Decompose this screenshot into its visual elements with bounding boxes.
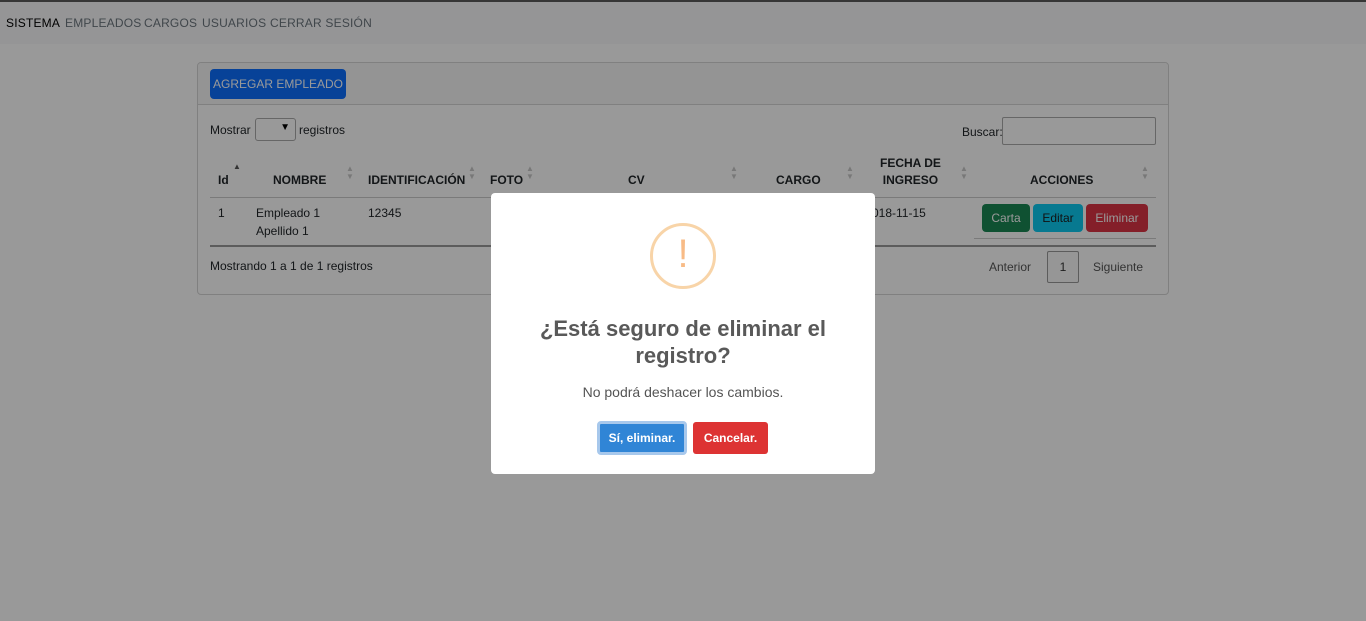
- dialog-message: No podrá deshacer los cambios.: [582, 384, 784, 400]
- dialog-title: ¿Está seguro de eliminar el registro?: [539, 316, 827, 368]
- confirm-delete-dialog: ! ¿Está seguro de eliminar el registro? …: [491, 193, 875, 474]
- warning-icon: !: [650, 223, 716, 289]
- confirm-delete-button[interactable]: Sí, eliminar.: [597, 421, 687, 455]
- cancel-button[interactable]: Cancelar.: [693, 422, 768, 454]
